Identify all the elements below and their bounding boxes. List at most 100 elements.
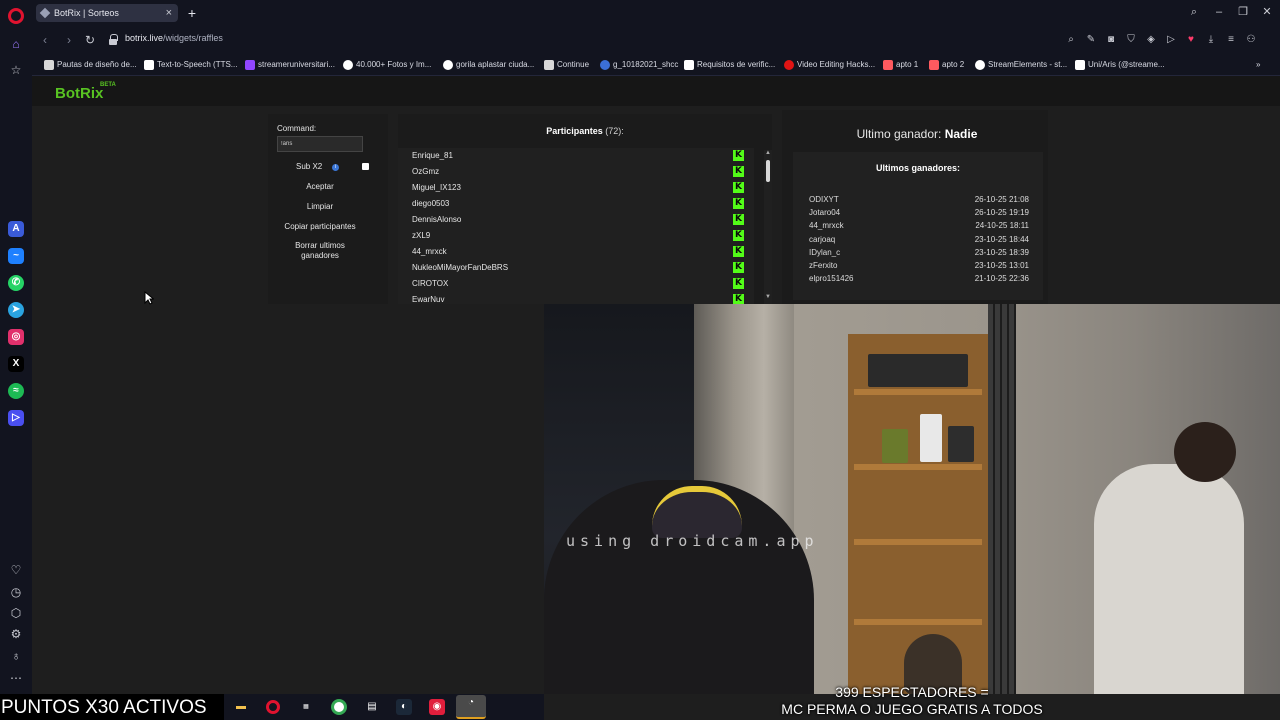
botrix-favicon-icon [39,7,51,19]
chrome-icon[interactable] [331,699,347,715]
play-icon[interactable]: ▷ [1165,34,1177,46]
winner-date: 26-10-25 19:19 [974,208,1029,217]
player-icon[interactable]: ▷ [8,410,24,426]
x-icon[interactable]: X [8,356,24,372]
bookmark-item[interactable]: streameruniversitari... [245,59,335,71]
copy-participants-button[interactable]: Copiar participantes [268,222,372,232]
settings-icon[interactable]: ⚙ [8,626,24,642]
tips-icon[interactable]: ♁ [8,648,24,664]
list-item: NukleoMiMayorFanDeBRS K [412,260,752,276]
webcam-person [1094,464,1244,694]
back-icon[interactable]: ‹ [38,32,52,48]
profile-icon[interactable]: ⚇ [1245,34,1257,46]
camera-icon[interactable]: ◙ [1105,34,1117,46]
bookmark-item[interactable]: g_10182021_shcc [600,59,678,71]
brand-bar: BotRix BETA [32,76,1280,106]
bookmark-item[interactable]: Uni/Aris (@streame... [1075,59,1165,71]
steam-icon[interactable]: ◐ [396,699,412,715]
participants-heading: Participantes (72): [398,126,772,136]
accept-button[interactable]: Aceptar [268,182,372,192]
bookmark-link-icon [600,60,610,70]
clear-button[interactable]: Limpiar [268,202,372,212]
info-icon[interactable]: i [332,164,339,171]
opera-icon[interactable] [266,700,280,714]
participants-scrollbar[interactable]: ▲ ▼ [764,150,772,304]
list-item: zXL9 K [412,228,752,244]
bookmarks-overflow-icon[interactable]: » [1256,59,1260,71]
scroll-up-icon[interactable]: ▲ [764,150,772,157]
close-window-icon[interactable]: ✕ [1260,4,1274,20]
shield-icon[interactable]: ⛉ [1125,34,1137,46]
telegram-icon[interactable]: ➤ [8,302,24,318]
bookmark-item[interactable]: Text-to-Speech (TTS... [144,59,237,71]
winner-name: elpro151426 [809,274,854,283]
bookmark-item[interactable]: Requisitos de verific... [684,59,775,71]
reload-icon[interactable]: ↻ [83,32,97,48]
list-item: CIROTOX K [412,276,752,292]
history-icon[interactable]: ◷ [8,584,24,600]
home-icon[interactable]: ⌂ [8,36,24,52]
menu-icon[interactable]: ≡ [1225,34,1237,46]
shelf-board [854,539,982,545]
game-icon[interactable]: ◉ [429,699,445,715]
delete-last-winners-button[interactable]: Borrar ultimos ganadores [268,241,372,261]
file-explorer-icon[interactable]: ▬ [233,699,249,715]
list-item: 44_mrxck K [412,244,752,260]
more-icon[interactable]: ⋯ [8,670,24,686]
last-winner-label: Ultimo ganador: [856,127,942,141]
url-host: botrix.live [125,33,164,43]
new-tab-button[interactable]: + [184,4,200,22]
command-input[interactable] [277,136,363,152]
search-icon[interactable]: ⌕ [1065,34,1077,46]
sub-x2-checkbox[interactable] [362,163,369,170]
botrix-logo[interactable]: BotRix [55,85,103,102]
participant-name: EwarNuv [412,295,445,304]
edit-icon[interactable]: ✎ [1085,34,1097,46]
obs-icon[interactable]: ◔ [456,695,486,719]
speed-dial-icon[interactable]: ☆ [8,62,24,78]
bookmark-item[interactable]: Pautas de diseño de... [44,59,137,71]
scroll-down-icon[interactable]: ▼ [764,294,772,301]
url-field[interactable]: botrix.live/widgets/raffles [125,33,223,43]
opera-logo-icon[interactable] [8,8,24,24]
bookmark-item[interactable]: apto 1 [883,59,918,71]
messenger-icon[interactable]: ~ [8,248,24,264]
extensions-icon[interactable]: ⬡ [8,605,24,621]
download-icon[interactable]: ⤓ [1205,34,1217,46]
bookmark-item[interactable]: apto 2 [929,59,964,71]
bookmark-item[interactable]: StreamElements - st... [975,59,1067,71]
spotify-icon[interactable]: ≈ [8,383,24,399]
whatsapp-icon[interactable]: ✆ [8,275,24,291]
bookmark-item[interactable]: 40.000+ Fotos y Im... [343,59,431,71]
stream-promo: 399 ESPECTADORES = MC PERMA O JUEGO GRAT… [544,684,1280,720]
participants-list: Enrique_81 K OzGmz K Miguel_IX123 K diego05… [398,148,754,304]
restore-icon[interactable]: ❐ [1236,4,1250,20]
table-row: ODIXYT 26-10-25 21:08 [809,193,1029,206]
bookmark-item[interactable]: Continue [544,59,589,71]
screen: ⌂ ☆ A ~ ✆ ➤ ◎ X ≈ ▷ ♡ ◷ ⬡ ⚙ ♁ ⋯ BotRix |… [0,0,1280,720]
vpn-icon[interactable]: ◈ [1145,34,1157,46]
app-icon[interactable]: ▦ [298,699,314,715]
command-label: Command: [277,124,317,133]
instagram-icon[interactable]: ◎ [8,329,24,345]
bookmark-item[interactable]: gorila aplastar ciuda... [443,59,534,71]
participant-name: CIROTOX [412,279,449,288]
scroll-thumb[interactable] [766,160,770,182]
close-tab-icon[interactable]: × [166,4,172,22]
participant-name: zXL9 [412,231,431,240]
bookmark-label: 40.000+ Fotos y Im... [356,60,432,69]
heart-icon[interactable]: ♥ [1185,34,1197,46]
forward-icon[interactable]: › [62,32,76,48]
kick-icon: K [733,246,744,257]
aria-icon[interactable]: A [8,221,24,237]
tab-bar: BotRix | Sorteos × + ⌕ – ❐ ✕ [32,0,1280,26]
minimize-icon[interactable]: – [1212,4,1226,20]
last-winner-heading: Ultimo ganador: Nadie [782,127,1052,141]
bookmark-item[interactable]: Video Editing Hacks... [784,59,875,71]
tab-botrix[interactable]: BotRix | Sorteos × [36,4,178,22]
search-tabs-icon[interactable]: ⌕ [1187,4,1201,20]
shelf-object [882,429,908,463]
window-icon[interactable]: ▤ [364,699,380,715]
heart-icon[interactable]: ♡ [8,562,24,578]
winner-name: ODIXYT [809,195,839,204]
